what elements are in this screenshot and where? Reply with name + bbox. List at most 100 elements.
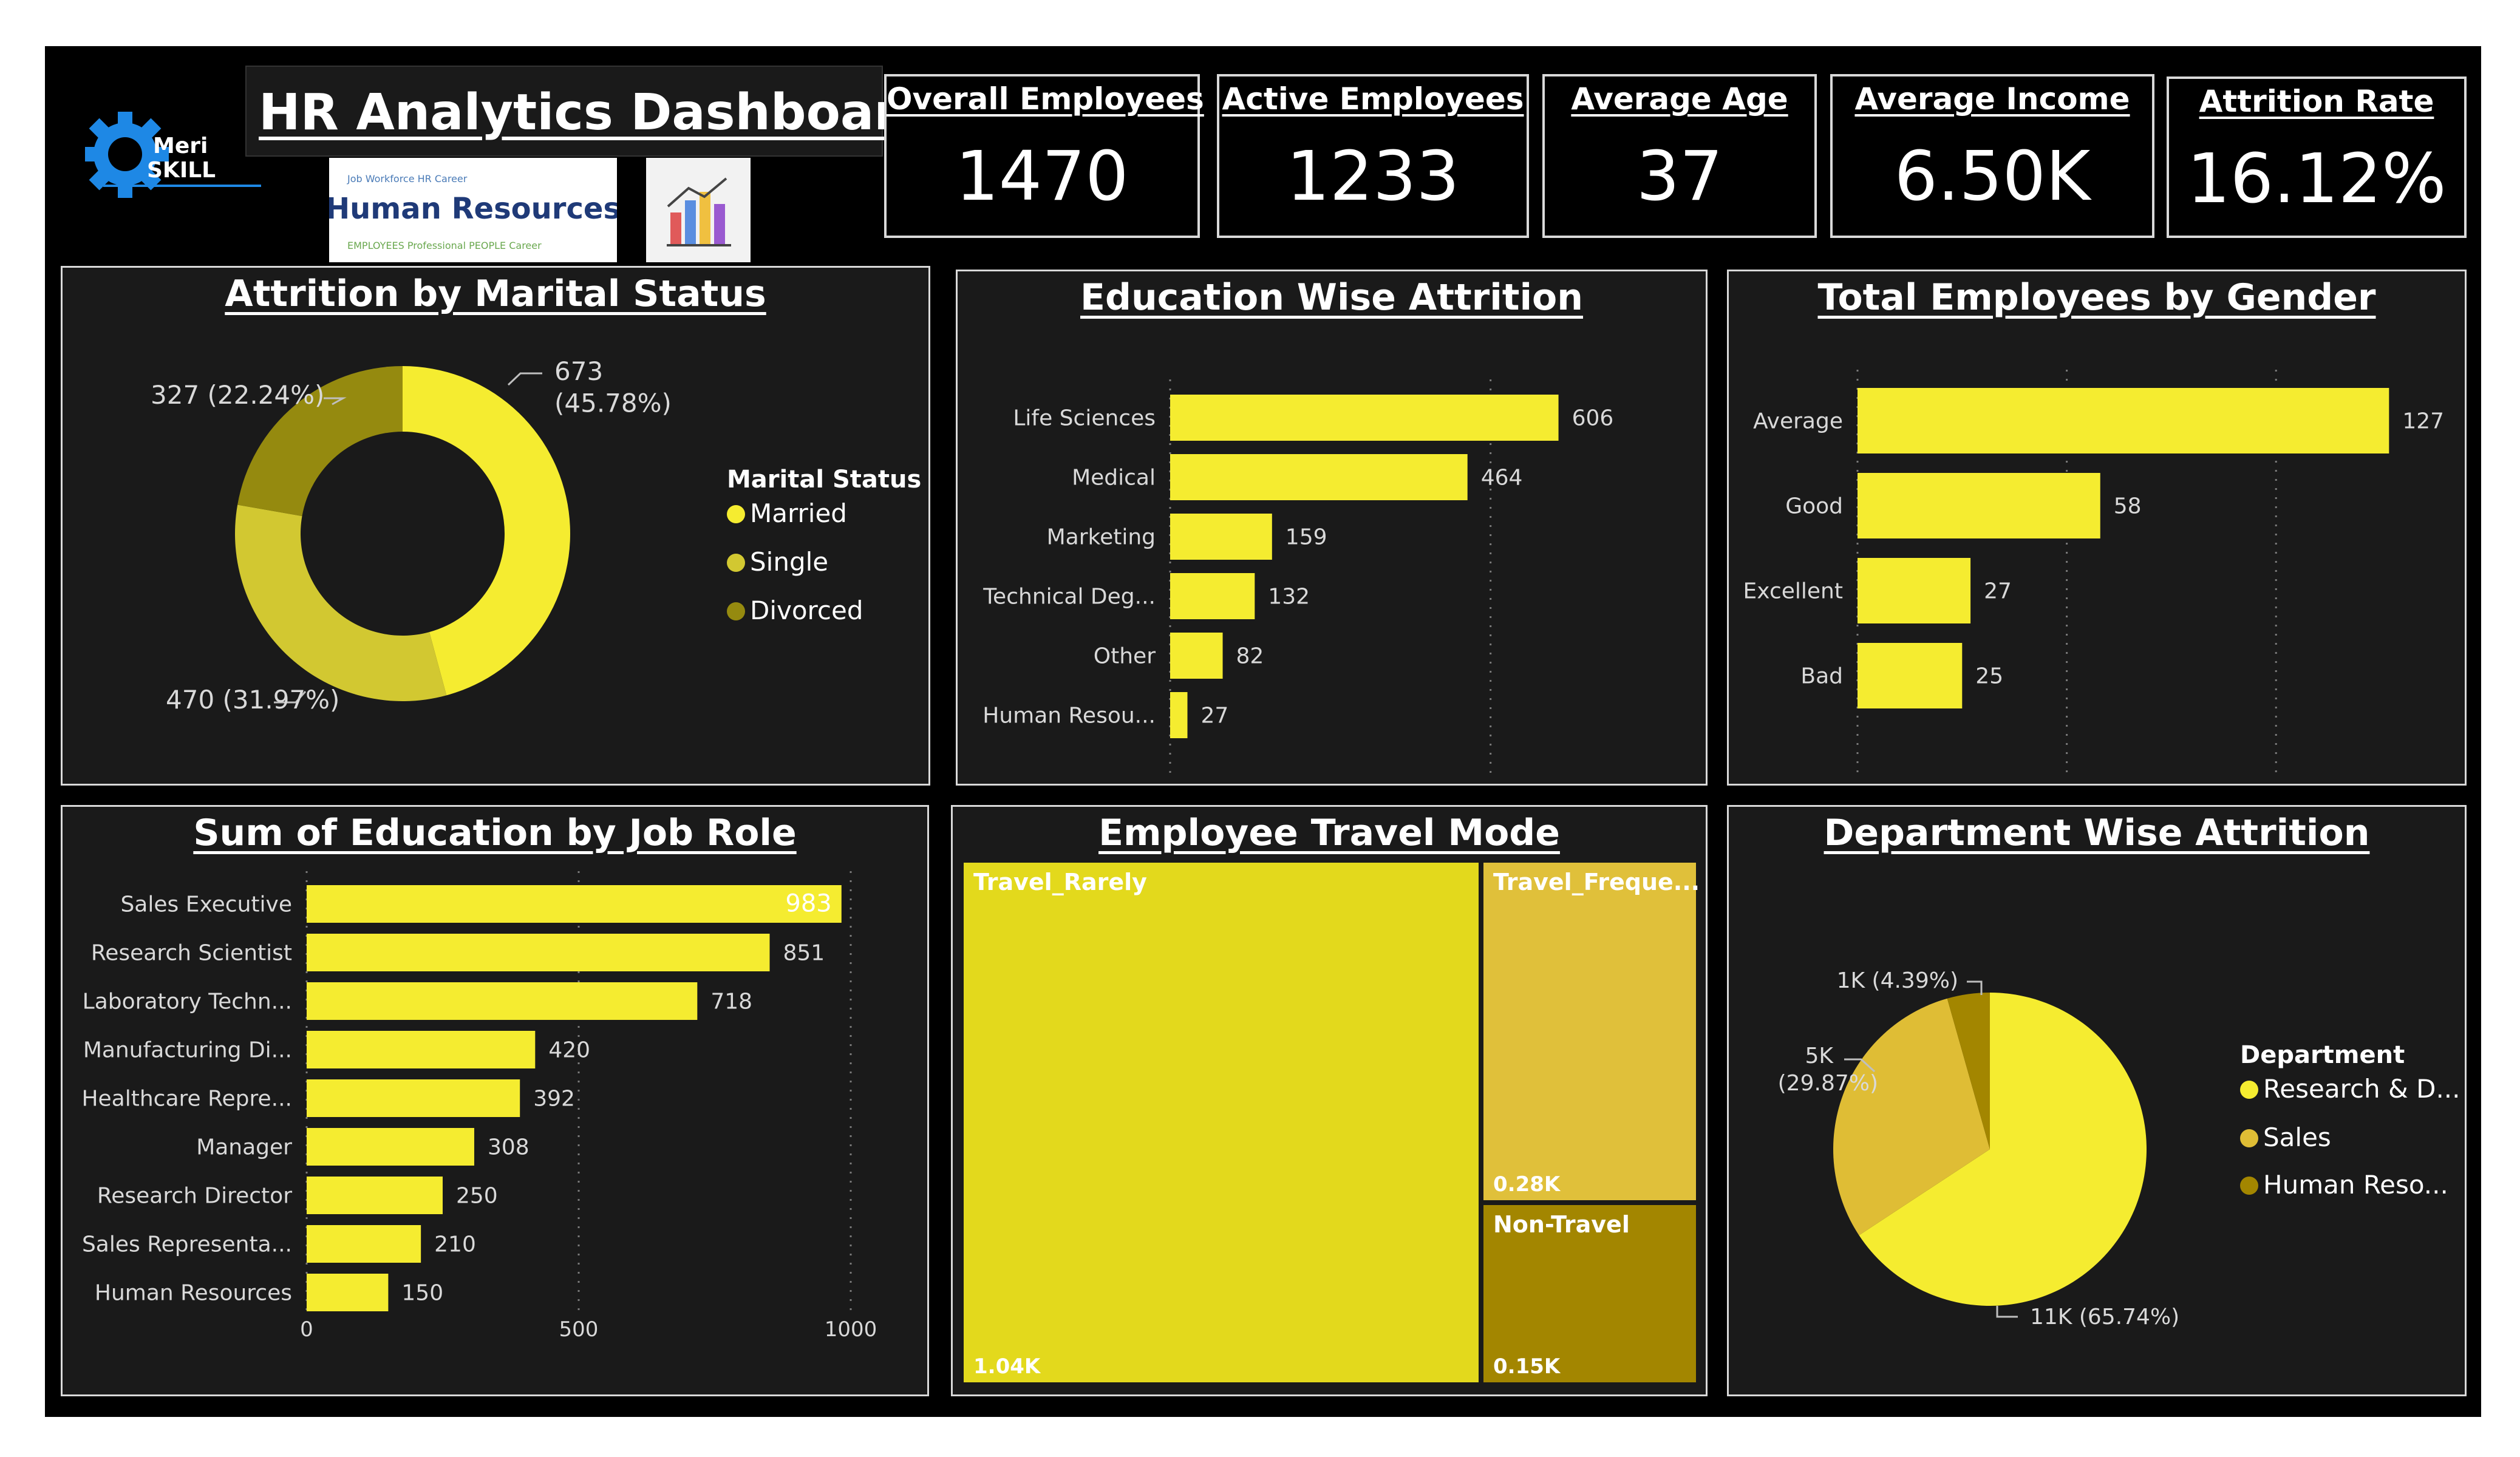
category-label: Research Scientist <box>91 941 292 966</box>
gender-bar-chart: 0 50 100 Average 127 Good 58 Excellent 27 Bad 25 <box>1743 370 2444 784</box>
pie-slice[interactable] <box>235 504 447 701</box>
panel-title: Total Employees by Gender <box>1817 276 2376 319</box>
data-label: 27 <box>1200 704 1228 728</box>
data-label: 11K (65.74%) <box>2030 1305 2179 1330</box>
bar[interactable] <box>307 934 770 971</box>
tick-label: 100 <box>2256 781 2296 784</box>
kpi-card-average-income: Average Income 6.50K <box>1830 74 2154 238</box>
bar[interactable] <box>307 1031 536 1068</box>
bar[interactable] <box>1170 395 1559 441</box>
bar[interactable] <box>1858 388 2389 453</box>
data-label: 308 <box>488 1135 530 1160</box>
treemap-cell-travel-frequently[interactable]: Travel_Freque... 0.28K <box>1481 860 1700 1203</box>
data-label: 464 <box>1481 466 1523 491</box>
legend-label: Married <box>750 498 847 528</box>
treemap-label: Travel_Rarely <box>973 869 1147 895</box>
data-label: 851 <box>783 941 825 966</box>
category-label: Medical <box>1072 466 1156 491</box>
title-box: HR Analytics Dashboards <box>245 66 964 157</box>
legend-item-married[interactable]: Married <box>727 498 847 528</box>
data-label: 58 <box>2114 494 2142 519</box>
panel-title: Department Wise Attrition <box>1824 812 2370 854</box>
bar-chart-icon <box>646 158 751 262</box>
data-label: 392 <box>533 1087 575 1112</box>
tick-label: 0 <box>1163 781 1177 784</box>
kpi-value: 1233 <box>1286 137 1460 216</box>
category-label: Sales Representa... <box>82 1232 292 1257</box>
kpi-card-active-employees: Active Employees 1233 <box>1217 74 1529 238</box>
panel-title: Attrition by Marital Status <box>225 273 766 315</box>
legend-item-human-resources[interactable]: Human Reso... <box>2240 1170 2448 1200</box>
kpi-label: Overall Employees <box>887 81 1204 117</box>
panel-title: Sum of Education by Job Role <box>193 812 797 854</box>
bar[interactable] <box>1170 573 1255 619</box>
panel-title: Employee Travel Mode <box>1098 812 1560 854</box>
data-label: 606 <box>1572 406 1614 431</box>
treemap-label: Travel_Freque... <box>1493 869 1700 895</box>
bar[interactable] <box>307 885 842 923</box>
svg-text:Job Workforce HR Career: Job Workforce HR Career <box>347 173 468 185</box>
category-label: Average <box>1753 409 1843 434</box>
category-label: Human Resou... <box>982 704 1156 728</box>
jobrole-bar-chart: 0 500 1000 Sales Executive 983 Research Scien… <box>81 871 877 1342</box>
dashboard-board: Meri SKILL HR Analytics Dashboards Job W… <box>45 46 2481 1417</box>
data-label: 327 (22.24%) <box>151 380 324 410</box>
treemap-cell-non-travel[interactable]: Non-Travel 0.15K <box>1481 1203 1698 1385</box>
data-label: 82 <box>1236 644 1264 669</box>
legend-item-divorced[interactable]: Divorced <box>727 596 863 625</box>
data-label: 250 <box>456 1184 498 1209</box>
bar[interactable] <box>1858 643 1963 708</box>
bar[interactable] <box>1858 558 1971 623</box>
legend-item-research[interactable]: Research & D... <box>2240 1074 2460 1104</box>
category-label: Bad <box>1800 664 1843 689</box>
legend-label: Single <box>750 547 829 577</box>
legend-item-sales[interactable]: Sales <box>2240 1122 2331 1152</box>
kpi-label: Average Income <box>1854 81 2130 117</box>
bar[interactable] <box>307 1177 443 1214</box>
kpi-label: Attrition Rate <box>2199 84 2434 119</box>
panel-education-attrition: Education Wise Attrition 0 500 Life Scienc… <box>956 270 1708 786</box>
legend-item-single[interactable]: Single <box>727 547 828 577</box>
legend-dot <box>2240 1081 2258 1099</box>
tick-label: 1000 <box>825 1317 877 1342</box>
bar[interactable] <box>307 1274 389 1311</box>
panel-marital-status: Attrition by Marital Status 673 (45.78%) 4… <box>61 266 930 786</box>
dashboard-canvas: Meri SKILL HR Analytics Dashboards Job W… <box>0 0 2520 1457</box>
bar[interactable] <box>1170 633 1223 679</box>
data-label: 470 (31.97%) <box>166 685 339 715</box>
panel-travel-mode: Employee Travel Mode Travel_Rarely 1.04K… <box>951 805 1708 1396</box>
bar[interactable] <box>307 1225 421 1263</box>
tick-label: 50 <box>2054 781 2080 784</box>
category-label: Research Director <box>97 1184 292 1209</box>
treemap-value: 0.15K <box>1493 1354 1561 1379</box>
kpi-card-attrition-rate: Attrition Rate 16.12% <box>2167 76 2467 238</box>
svg-text:Meri: Meri <box>153 134 208 158</box>
bar[interactable] <box>307 1079 520 1117</box>
department-pie-chart: 11K (65.74%) 5K (29.87%) 1K (4.39%) <box>1778 968 2180 1330</box>
treemap-value: 1.04K <box>973 1354 1041 1379</box>
category-label: Laboratory Techn... <box>83 990 292 1014</box>
category-label: Human Resources <box>95 1281 292 1306</box>
treemap-cell-travel-rarely[interactable]: Travel_Rarely 1.04K <box>961 860 1481 1385</box>
bar[interactable] <box>1170 692 1188 738</box>
legend-title: Marital Status <box>727 466 922 494</box>
human-resources-image: Job Workforce HR Career EMPLOYEES Profes… <box>325 158 621 262</box>
category-label: Excellent <box>1743 579 1843 604</box>
bar[interactable] <box>1170 514 1272 560</box>
bar[interactable] <box>307 1128 474 1166</box>
bar[interactable] <box>1170 454 1468 500</box>
legend-label: Divorced <box>750 596 863 625</box>
kpi-value: 16.12% <box>2187 140 2447 219</box>
leader-line <box>507 372 542 386</box>
kpi-value: 1470 <box>955 137 1129 216</box>
legend-label: Sales <box>2263 1122 2331 1152</box>
tick-label: 500 <box>559 1317 599 1342</box>
legend-label: Human Reso... <box>2263 1170 2448 1200</box>
treemap-value: 0.28K <box>1493 1172 1561 1197</box>
bar[interactable] <box>307 982 698 1020</box>
bar[interactable] <box>1858 473 2100 538</box>
data-label: (29.87%) <box>1778 1071 1878 1096</box>
data-label: 420 <box>548 1038 590 1063</box>
category-label: Manager <box>196 1135 292 1160</box>
panel-education-by-jobrole: Sum of Education by Job Role 0 500 1000 Sal… <box>61 805 929 1396</box>
